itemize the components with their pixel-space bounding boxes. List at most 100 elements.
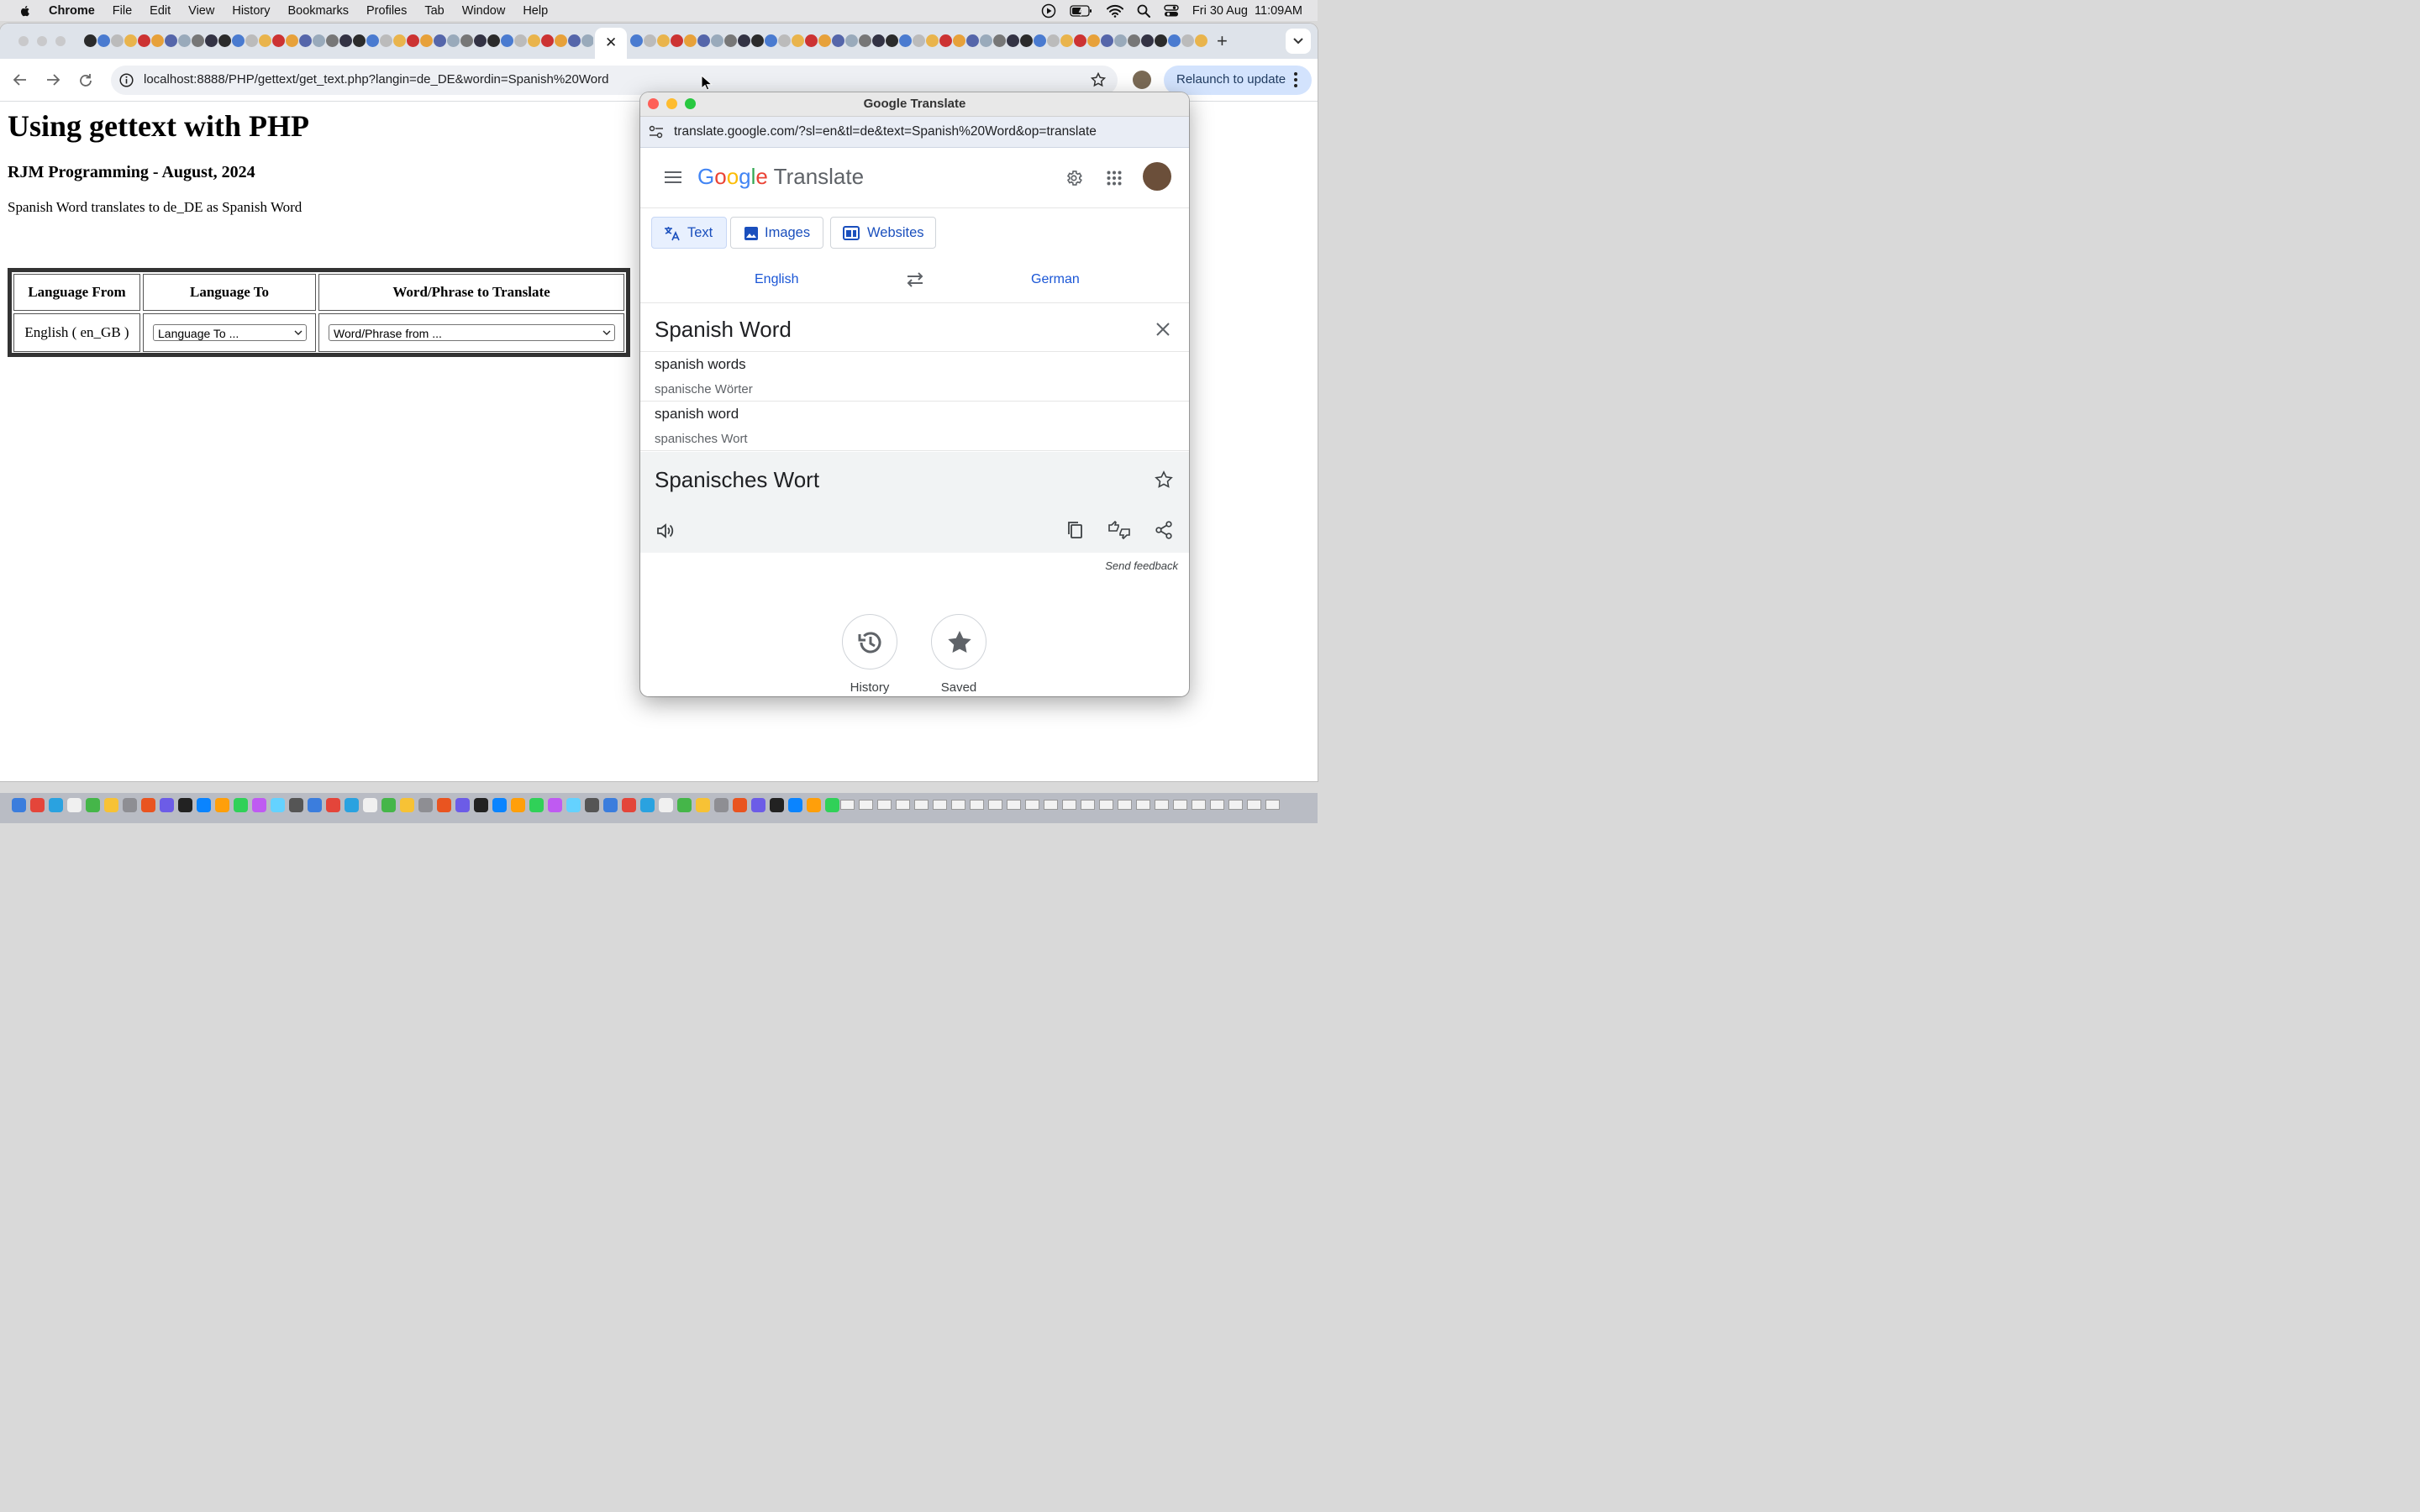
- dock-window-thumbnail[interactable]: [1155, 800, 1169, 810]
- menu-window[interactable]: Window: [462, 4, 506, 18]
- bookmark-star-icon[interactable]: [1091, 72, 1106, 87]
- pinned-tab-favicon-icon[interactable]: [644, 34, 656, 47]
- dock-app-icon[interactable]: [659, 798, 673, 812]
- saved-button[interactable]: [931, 614, 986, 669]
- pinned-tab-favicon-icon[interactable]: [366, 34, 379, 47]
- save-star-icon[interactable]: [1155, 470, 1173, 489]
- dock-app-icon[interactable]: [289, 798, 303, 812]
- kebab-menu-icon[interactable]: [1293, 71, 1298, 88]
- dock-app-icon[interactable]: [30, 798, 45, 812]
- source-text[interactable]: Spanish Word: [655, 317, 792, 343]
- dock-app-icon[interactable]: [215, 798, 229, 812]
- menu-clock[interactable]: Fri 30 Aug 11:09AM: [1192, 4, 1302, 18]
- copy-icon[interactable]: [1066, 521, 1083, 539]
- pinned-tab-favicon-icon[interactable]: [541, 34, 554, 47]
- dock-app-icon[interactable]: [400, 798, 414, 812]
- pinned-tab-favicon-icon[interactable]: [192, 34, 204, 47]
- window-zoom-button[interactable]: [55, 36, 66, 46]
- dock-app-icon[interactable]: [12, 798, 26, 812]
- pinned-tab-favicon-icon[interactable]: [1195, 34, 1207, 47]
- suggestion-item[interactable]: spanish word spanisches Wort: [640, 402, 1189, 451]
- dock-app-icon[interactable]: [326, 798, 340, 812]
- dock-window-thumbnail[interactable]: [859, 800, 873, 810]
- mode-text-button[interactable]: Text: [651, 217, 727, 249]
- pinned-tab-favicon-icon[interactable]: [111, 34, 124, 47]
- dock-app-icon[interactable]: [437, 798, 451, 812]
- dock-window-thumbnail[interactable]: [1062, 800, 1076, 810]
- dock-window-thumbnail[interactable]: [1210, 800, 1224, 810]
- dock-app-icon[interactable]: [474, 798, 488, 812]
- pinned-tab-favicon-icon[interactable]: [393, 34, 406, 47]
- pinned-tab-favicon-icon[interactable]: [1114, 34, 1127, 47]
- dock-app-icon[interactable]: [197, 798, 211, 812]
- pinned-tab-favicon-icon[interactable]: [232, 34, 245, 47]
- pinned-tab-favicon-icon[interactable]: [818, 34, 831, 47]
- dock-app-icon[interactable]: [123, 798, 137, 812]
- site-settings-icon[interactable]: [649, 125, 664, 139]
- swap-languages-icon[interactable]: [906, 272, 924, 287]
- menu-history[interactable]: History: [232, 4, 270, 18]
- google-account-avatar[interactable]: [1143, 162, 1171, 191]
- pinned-tab-favicon-icon[interactable]: [859, 34, 871, 47]
- dock-app-icon[interactable]: [252, 798, 266, 812]
- dock-app-icon[interactable]: [67, 798, 82, 812]
- pinned-tab-favicon-icon[interactable]: [765, 34, 777, 47]
- active-tab[interactable]: ✕: [595, 28, 627, 59]
- pinned-tab-favicon-icon[interactable]: [684, 34, 697, 47]
- window-close-button[interactable]: [18, 36, 29, 46]
- pinned-tab-favicon-icon[interactable]: [286, 34, 298, 47]
- mode-images-button[interactable]: Images: [730, 217, 823, 249]
- dock-app-icon[interactable]: [714, 798, 729, 812]
- pinned-tab-favicon-icon[interactable]: [259, 34, 271, 47]
- close-tab-icon[interactable]: ✕: [605, 34, 617, 51]
- pinned-tab-favicon-icon[interactable]: [474, 34, 487, 47]
- share-icon[interactable]: [1155, 521, 1173, 539]
- battery-icon[interactable]: [1070, 4, 1093, 18]
- pinned-tab-favicon-icon[interactable]: [528, 34, 540, 47]
- pinned-tab-favicon-icon[interactable]: [805, 34, 818, 47]
- dock-window-thumbnail[interactable]: [933, 800, 947, 810]
- dock-app-icon[interactable]: [363, 798, 377, 812]
- menu-help[interactable]: Help: [523, 4, 548, 18]
- pinned-tab-favicon-icon[interactable]: [555, 34, 567, 47]
- dock-app-icon[interactable]: [529, 798, 544, 812]
- dock-app-icon[interactable]: [308, 798, 322, 812]
- pinned-tab-favicon-icon[interactable]: [993, 34, 1006, 47]
- pinned-tab-favicon-icon[interactable]: [151, 34, 164, 47]
- pinned-tab-favicon-icon[interactable]: [966, 34, 979, 47]
- dock-window-thumbnail[interactable]: [1099, 800, 1113, 810]
- pinned-tab-favicon-icon[interactable]: [568, 34, 581, 47]
- dock-window-thumbnail[interactable]: [1265, 800, 1280, 810]
- pinned-tab-favicon-icon[interactable]: [697, 34, 710, 47]
- rate-translation-icon[interactable]: [1107, 521, 1131, 539]
- speaker-icon[interactable]: [656, 522, 675, 539]
- menu-edit[interactable]: Edit: [150, 4, 171, 18]
- menu-tab[interactable]: Tab: [424, 4, 444, 18]
- pinned-tab-favicon-icon[interactable]: [913, 34, 925, 47]
- pinned-tab-favicon-icon[interactable]: [671, 34, 683, 47]
- dock-window-thumbnail[interactable]: [1118, 800, 1132, 810]
- pinned-tab-favicon-icon[interactable]: [178, 34, 191, 47]
- pinned-tab-favicon-icon[interactable]: [581, 34, 593, 47]
- send-feedback-link[interactable]: Send feedback: [640, 559, 1178, 572]
- settings-gear-icon[interactable]: [1065, 169, 1083, 187]
- new-tab-button[interactable]: +: [1217, 30, 1228, 52]
- dock-app-icon[interactable]: [751, 798, 765, 812]
- pinned-tab-favicon-icon[interactable]: [778, 34, 791, 47]
- play-circle-icon[interactable]: [1041, 3, 1056, 18]
- pinned-tab-favicon-icon[interactable]: [124, 34, 137, 47]
- pinned-tabs-right[interactable]: [630, 34, 1210, 48]
- pinned-tab-favicon-icon[interactable]: [326, 34, 339, 47]
- pinned-tab-favicon-icon[interactable]: [724, 34, 737, 47]
- dock-app-icon[interactable]: [566, 798, 581, 812]
- pinned-tab-favicon-icon[interactable]: [980, 34, 992, 47]
- word-phrase-select[interactable]: Word/Phrase from ...: [329, 324, 615, 341]
- pinned-tab-favicon-icon[interactable]: [738, 34, 750, 47]
- pinned-tabs-left[interactable]: [84, 34, 593, 48]
- suggestion-item[interactable]: spanish words spanische Wörter: [640, 352, 1189, 402]
- control-center-icon[interactable]: [1164, 4, 1179, 18]
- dock-window-thumbnail[interactable]: [1247, 800, 1261, 810]
- spotlight-search-icon[interactable]: [1137, 4, 1150, 18]
- pinned-tab-favicon-icon[interactable]: [245, 34, 258, 47]
- dock-window-thumbnail[interactable]: [1173, 800, 1187, 810]
